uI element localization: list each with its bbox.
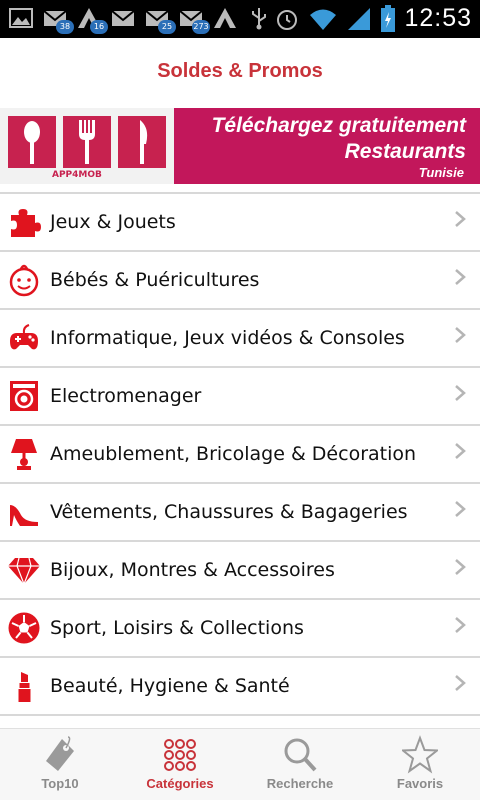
chevron-right-icon bbox=[455, 211, 466, 227]
chevron-right-icon bbox=[455, 675, 466, 691]
notification-badge: 16 bbox=[90, 20, 108, 34]
lamp-icon bbox=[11, 439, 37, 470]
app-header: Soldes & Promos bbox=[0, 38, 480, 108]
tab-search[interactable]: Recherche bbox=[240, 729, 360, 800]
gamepad-icon bbox=[10, 324, 38, 350]
system-icons: 12:53 bbox=[274, 4, 472, 33]
status-time: 12:53 bbox=[404, 4, 472, 32]
app4mob-logo: APP4MOB bbox=[0, 108, 174, 184]
list-item[interactable]: Bébés & Puéricultures bbox=[0, 252, 480, 310]
notification-badge: 25 bbox=[158, 20, 176, 34]
tab-favorites[interactable]: Favoris bbox=[360, 729, 480, 800]
tab-label: Recherche bbox=[266, 776, 334, 791]
status-bar: 38 16 25 273 12:53 bbox=[0, 0, 480, 38]
page-title: Soldes & Promos bbox=[157, 60, 323, 82]
banner-subheadline: Restaurants bbox=[344, 140, 466, 163]
gallery-icon bbox=[8, 6, 34, 30]
banner-headline: Téléchargez gratuitement bbox=[211, 114, 466, 137]
list-item[interactable]: Informatique, Jeux vidéos & Consoles bbox=[0, 310, 480, 368]
list-item[interactable]: Jeux & Jouets bbox=[0, 194, 480, 252]
mail-icon bbox=[110, 6, 136, 30]
wifi-icon bbox=[310, 9, 337, 30]
list-item[interactable] bbox=[0, 716, 480, 728]
tab-top10[interactable]: Top10 bbox=[0, 729, 120, 800]
chevron-right-icon bbox=[455, 617, 466, 633]
search-icon bbox=[284, 738, 317, 772]
list-item-label: Jeux & Jouets bbox=[50, 211, 176, 233]
signal-icon bbox=[348, 7, 371, 30]
list-item-label: Bijoux, Montres & Accessoires bbox=[50, 559, 335, 581]
alarm-icon bbox=[277, 9, 298, 30]
washing-machine-icon bbox=[10, 381, 38, 411]
notification-badge: 273 bbox=[192, 20, 210, 34]
logo-text: APP4MOB bbox=[52, 170, 102, 180]
list-item-label: Vêtements, Chaussures & Bagageries bbox=[50, 501, 408, 523]
lipstick-icon bbox=[18, 672, 31, 702]
ad-banner[interactable]: APP4MOB Téléchargez gratuitement Restaur… bbox=[0, 108, 480, 184]
arrow-icon: 16 bbox=[76, 6, 108, 34]
mail-icon: 25 bbox=[144, 6, 176, 34]
arrow-icon bbox=[212, 6, 238, 30]
list-item[interactable]: Vêtements, Chaussures & Bagageries bbox=[0, 484, 480, 542]
mail-icon: 273 bbox=[178, 6, 210, 34]
list-item[interactable]: Electromenager bbox=[0, 368, 480, 426]
tab-label: Favoris bbox=[396, 776, 444, 791]
tab-label: Catégories bbox=[146, 776, 214, 791]
category-list[interactable]: Jeux & Jouets Bébés & Puéricultures Info… bbox=[0, 192, 480, 728]
notification-icons: 38 16 25 273 bbox=[8, 6, 272, 34]
notification-badge: 38 bbox=[56, 20, 74, 34]
list-item-label: Beauté, Hygiene & Santé bbox=[50, 675, 290, 697]
high-heel-icon bbox=[10, 505, 38, 526]
chevron-right-icon bbox=[455, 443, 466, 459]
list-item-label: Electromenager bbox=[50, 385, 202, 407]
chevron-right-icon bbox=[455, 385, 466, 401]
chevron-right-icon bbox=[455, 501, 466, 517]
list-item-label: Ameublement, Bricolage & Décoration bbox=[50, 443, 417, 465]
usb-icon bbox=[246, 6, 272, 30]
battery-charging-icon bbox=[381, 4, 396, 32]
bottom-tab-bar: Top10 Catégories Recherche Favoris bbox=[0, 728, 480, 800]
list-item[interactable]: Sport, Loisirs & Collections bbox=[0, 600, 480, 658]
list-item-label: Sport, Loisirs & Collections bbox=[50, 617, 304, 639]
tab-categories[interactable]: Catégories bbox=[120, 729, 240, 800]
list-item-label: Bébés & Puéricultures bbox=[50, 269, 260, 291]
list-item[interactable]: Bijoux, Montres & Accessoires bbox=[0, 542, 480, 600]
chevron-right-icon bbox=[455, 327, 466, 343]
list-item[interactable]: Ameublement, Bricolage & Décoration bbox=[0, 426, 480, 484]
star-icon bbox=[402, 735, 438, 774]
grid-dots-icon bbox=[164, 739, 196, 771]
soccer-ball-icon bbox=[8, 612, 40, 644]
spoon-icon bbox=[8, 116, 56, 168]
chevron-right-icon bbox=[455, 269, 466, 285]
banner-location: Tunisie bbox=[418, 165, 464, 180]
baby-icon bbox=[9, 264, 39, 297]
tab-label: Top10 bbox=[41, 776, 79, 791]
chevron-right-icon bbox=[455, 559, 466, 575]
knife-icon bbox=[118, 116, 166, 168]
puzzle-icon bbox=[11, 209, 41, 237]
fork-icon bbox=[63, 116, 111, 168]
list-item-label: Informatique, Jeux vidéos & Consoles bbox=[50, 327, 405, 349]
diamond-icon bbox=[8, 557, 40, 585]
mail-icon: 38 bbox=[42, 6, 74, 34]
list-item[interactable]: Beauté, Hygiene & Santé bbox=[0, 658, 480, 716]
tag-icon bbox=[46, 736, 74, 771]
